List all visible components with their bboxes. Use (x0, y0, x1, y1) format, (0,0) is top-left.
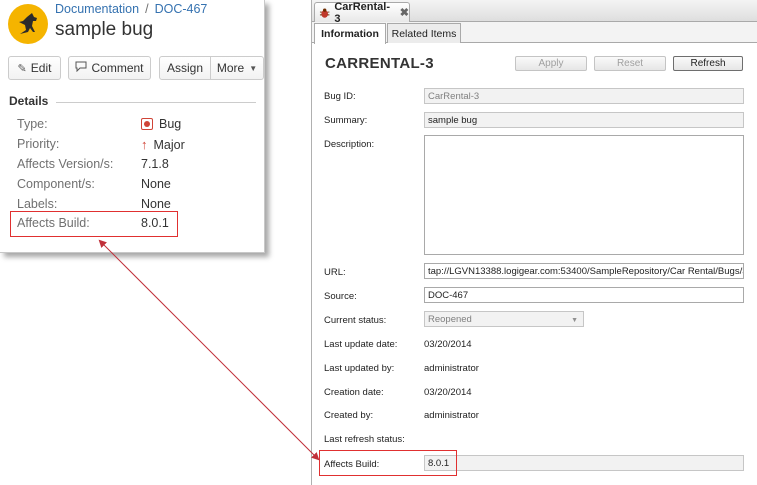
more-menu-button[interactable]: More ▼ (210, 56, 264, 80)
comment-button-label: Comment (91, 61, 144, 75)
assign-button[interactable]: Assign (159, 56, 211, 80)
created-by-value: administrator (424, 410, 479, 421)
tab-related-items[interactable]: Related Items (387, 23, 461, 43)
last-refresh-status-label: Last refresh status: (324, 434, 405, 445)
components-value: None (141, 177, 171, 191)
current-status-value: Reopened (428, 313, 472, 325)
close-icon[interactable]: ✖ (400, 6, 409, 19)
apply-button[interactable]: Apply (515, 56, 587, 71)
affects-build-field[interactable]: 8.0.1 (424, 455, 744, 471)
last-update-date-value: 03/20/2014 (424, 339, 472, 350)
description-textarea[interactable] (424, 135, 744, 255)
bug-icon (319, 7, 330, 18)
page-tabs: Information Related Items (312, 22, 757, 44)
reset-button[interactable]: Reset (594, 56, 666, 71)
detail-value: Bug (141, 117, 181, 131)
created-by-label: Created by: (324, 410, 374, 421)
priority-value: Major (153, 137, 185, 152)
type-value: Bug (159, 117, 182, 131)
description-label: Description: (324, 139, 375, 150)
summary-field[interactable]: sample bug (424, 112, 744, 128)
source-field[interactable]: DOC-467 (424, 287, 744, 303)
highlight-box-jira-affects-build (10, 211, 178, 237)
detail-label: Labels: (17, 197, 58, 211)
url-label: URL: (324, 267, 346, 278)
summary-label: Summary: (324, 115, 368, 126)
breadcrumb-separator: / (145, 2, 149, 16)
detail-value: ↑ Major (141, 137, 185, 152)
source-label: Source: (324, 291, 357, 302)
current-status-label: Current status: (324, 315, 387, 326)
jira-issue-panel: Documentation / DOC-467 sample bug ✎ Edit … (0, 0, 265, 253)
bug-id-field[interactable]: CarRental-3 (424, 88, 744, 104)
issue-title: sample bug (55, 19, 154, 40)
arrow-up-icon: ↑ (141, 137, 148, 152)
assign-button-label: Assign (166, 61, 204, 75)
bug-id-label: Bug ID: (324, 91, 356, 102)
breadcrumb: Documentation / DOC-467 (55, 2, 207, 16)
detail-label: Component/s: (17, 177, 95, 191)
labels-value: None (141, 197, 171, 211)
last-updated-by-label: Last updated by: (324, 363, 395, 374)
breadcrumb-issue-link[interactable]: DOC-467 (155, 2, 208, 16)
editor-tab[interactable]: CarRental-3 ✖ (314, 0, 410, 25)
more-button-label: More (216, 61, 245, 75)
pencil-icon: ✎ (17, 62, 27, 75)
chevron-down-icon: ▼ (249, 63, 258, 73)
tab-information[interactable]: Information (314, 23, 386, 44)
breadcrumb-project-link[interactable]: Documentation (55, 2, 139, 16)
editor-tab-title: CarRental-3 (334, 0, 390, 25)
project-avatar (8, 4, 48, 44)
url-field[interactable]: tap://LGVN13388.logigear.com:53400/Sampl… (424, 263, 744, 279)
page-title: CARRENTAL-3 (325, 55, 434, 72)
refresh-button[interactable]: Refresh (673, 56, 743, 71)
detail-label: Priority: (17, 137, 60, 151)
comment-button[interactable]: Comment (68, 56, 151, 80)
last-update-date-label: Last update date: (324, 339, 398, 350)
affects-version-value[interactable]: 7.1.8 (141, 157, 169, 171)
current-status-select[interactable]: Reopened ▼ (424, 311, 584, 327)
editor-tab-bar: CarRental-3 ✖ (312, 0, 757, 25)
details-header: Details (9, 94, 49, 108)
creation-date-value: 03/20/2014 (424, 387, 472, 398)
detail-label: Affects Version/s: (17, 157, 114, 171)
bug-icon (141, 118, 153, 130)
detail-label: Type: (17, 117, 48, 131)
edit-button-label: Edit (30, 61, 52, 75)
last-updated-by-value: administrator (424, 363, 479, 374)
speech-bubble-icon (75, 61, 87, 75)
details-divider (56, 102, 256, 103)
bug-editor-panel: CarRental-3 ✖ Information Related Items … (311, 0, 757, 485)
kangaroo-icon (19, 13, 37, 34)
information-form: CARRENTAL-3 Apply Reset Refresh Bug ID: … (312, 44, 757, 485)
chevron-down-icon: ▼ (571, 317, 578, 324)
creation-date-label: Creation date: (324, 387, 384, 398)
highlight-box-editor-affects-build (319, 450, 457, 476)
edit-button[interactable]: ✎ Edit (8, 56, 61, 80)
